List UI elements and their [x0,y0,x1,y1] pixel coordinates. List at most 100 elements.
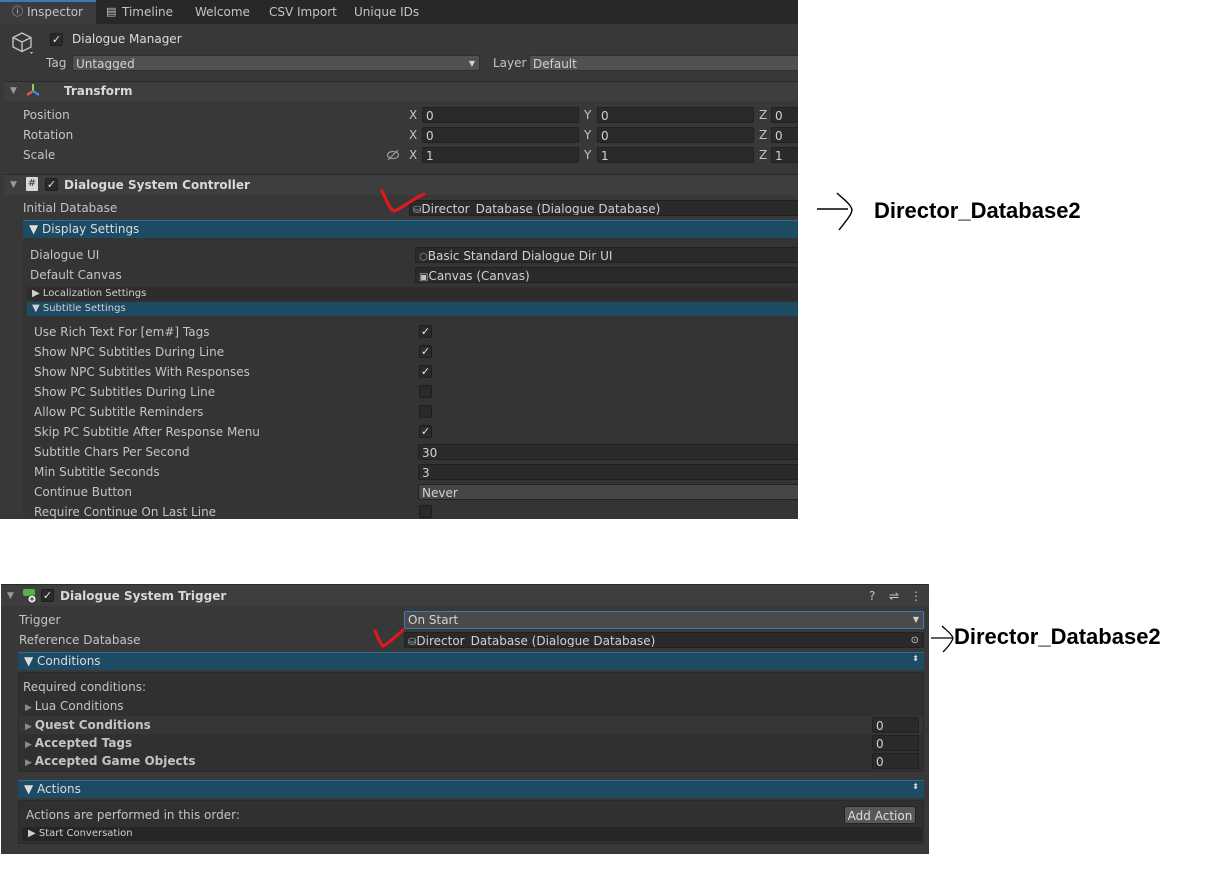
transform-icon [26,83,40,100]
localization-settings-foldout[interactable]: ▶ Localization Settings [27,287,798,301]
tab-csv-import[interactable]: CSV Import [269,0,337,24]
chevron-down-icon: ▼ [912,615,919,624]
foldout-arrow-icon: ▶ [25,758,35,768]
add-action-button[interactable]: Add Action [844,806,916,824]
position-label: Position [23,108,70,122]
subtitle-row-checkbox[interactable]: ✓ [419,345,432,358]
info-icon: ⓘ [12,5,23,18]
position-y-field[interactable]: 0 [597,107,754,123]
scale-x-field[interactable]: 1 [422,147,579,163]
layer-dropdown[interactable]: Default [529,55,798,71]
help-icon[interactable]: ? [869,588,875,604]
trigger-panel: ▼ ✓ Dialogue System Trigger ? ⇌ ⋮ Trigge… [1,584,929,854]
rotation-x-field[interactable]: 0 [422,127,579,143]
settings-sliders-icon[interactable]: ⇌ [889,588,899,604]
object-picker-icon[interactable]: ⊙ [911,633,919,647]
tab-timeline[interactable]: Timeline [122,0,173,24]
chars-per-second-field[interactable]: 30 [418,444,798,460]
rotation-z-field[interactable]: 0 [771,127,798,143]
quest-row-bg [19,716,923,734]
subtitle-row-checkbox[interactable] [419,405,432,418]
scale-y-axis: Y [584,148,592,162]
chevron-down-icon: ▼ [468,59,475,68]
gameobject-icon [10,30,34,54]
layer-label: Layer [493,56,527,70]
script-icon: # [26,177,38,191]
scale-y-field[interactable]: 1 [597,147,754,163]
chars-per-second-label: Subtitle Chars Per Second [34,445,190,459]
transform-title: Transform [64,84,133,98]
position-z-axis: Z [759,108,768,122]
default-canvas-field[interactable]: ▣Canvas (Canvas) [415,267,798,283]
ref-db-field[interactable]: ⛁Director_Database (Dialogue Database) ⊙ [404,632,924,648]
initial-db-field[interactable]: ⛁Director_Database (Dialogue Database) [409,200,798,216]
subtitle-row-checkbox[interactable]: ✓ [419,325,432,338]
initial-db-label: Initial Database [23,201,118,215]
ref-db-label: Reference Database [19,633,141,647]
rotation-y-field[interactable]: 0 [597,127,754,143]
foldout-arrow-icon: ▶ [25,722,35,732]
tag-label: Tag [46,56,67,70]
default-canvas-label: Default Canvas [30,268,122,282]
objects-count-field[interactable]: 0 [872,753,919,769]
tab-inspector[interactable]: Inspector [27,0,83,24]
tag-dropdown[interactable]: Untagged ▼ [72,55,480,71]
position-z-field[interactable]: 0 [771,107,798,123]
display-settings-foldout[interactable]: ▼ Display Settings [23,220,798,238]
tab-welcome[interactable]: Welcome [195,0,250,24]
quest-conditions-foldout[interactable]: ▶ Quest Conditions [25,717,151,735]
tab-unique-ids[interactable]: Unique IDs [354,0,419,24]
arrow-annotation [817,192,853,231]
controller-title: Dialogue System Controller [64,178,250,192]
position-y-axis: Y [584,108,592,122]
foldout-arrow-icon: ▶ [25,703,35,713]
dialogue-ui-field[interactable]: ⬡Basic Standard Dialogue Dir UI [415,247,798,263]
rotation-z-axis: Z [759,128,768,142]
accepted-objects-foldout[interactable]: ▶ Accepted Game Objects [25,753,195,771]
trigger-dropdown[interactable]: On Start ▼ [404,611,924,629]
continue-button-label: Continue Button [34,485,132,499]
subtitle-row-checkbox[interactable] [419,385,432,398]
subtitle-row-label: Show NPC Subtitles During Line [34,345,225,359]
subtitle-row-label: Use Rich Text For [em#] Tags [34,325,210,339]
position-x-field[interactable]: 0 [422,107,579,123]
rotation-x-axis: X [409,128,418,142]
subtitle-settings-foldout[interactable]: ▼ Subtitle Settings [27,302,798,316]
min-seconds-label: Min Subtitle Seconds [34,465,160,479]
required-conditions-label: Required conditions: [23,680,146,694]
updown-icon: ⬍ [912,654,919,663]
tags-count-field[interactable]: 0 [872,735,919,751]
arrow-annotation [931,625,954,653]
min-seconds-field[interactable]: 3 [418,464,798,480]
subtitle-row-label: Show NPC Subtitles With Responses [34,365,250,379]
more-options-icon[interactable]: ⋮ [910,588,922,604]
trigger-label: Trigger [19,613,61,627]
quest-count-field[interactable]: 0 [872,717,919,733]
require-continue-checkbox[interactable] [419,505,432,518]
accepted-tags-foldout[interactable]: ▶ Accepted Tags [25,735,132,753]
actions-foldout[interactable]: ▼ Actions ⬍ [18,780,924,798]
updown-icon: ⬍ [912,782,919,791]
active-checkbox[interactable]: ✓ [50,33,63,46]
trigger-title: Dialogue System Trigger [60,589,227,603]
scale-z-axis: Z [759,148,768,162]
dialogue-ui-label: Dialogue UI [30,248,100,262]
lua-conditions-foldout[interactable]: ▶ Lua Conditions [25,698,124,716]
foldout-arrow-icon: ▶ [25,740,35,750]
rotation-y-axis: Y [584,128,592,142]
continue-button-dropdown[interactable]: Never [418,484,798,500]
object-name[interactable]: Dialogue Manager [72,31,182,47]
inspector-panel: ⓘ Inspector ▤ Timeline Welcome CSV Impor… [0,0,798,519]
start-conversation-foldout[interactable]: ▶ Start Conversation [22,827,922,841]
subtitle-row-checkbox[interactable]: ✓ [419,365,432,378]
scale-label: Scale [23,148,56,162]
conditions-foldout[interactable]: ▼ Conditions ⬍ [18,652,924,670]
scale-z-field[interactable]: 1 [771,147,798,163]
trigger-enabled-checkbox[interactable]: ✓ [41,589,54,602]
trigger-script-icon [22,588,38,607]
red-checkmark-annotation [380,189,426,213]
subtitle-row-checkbox[interactable]: ✓ [419,425,432,438]
controller-enabled-checkbox[interactable]: ✓ [45,178,58,191]
subtitle-row-label: Skip PC Subtitle After Response Menu [34,425,260,439]
link-broken-icon[interactable] [386,149,400,164]
